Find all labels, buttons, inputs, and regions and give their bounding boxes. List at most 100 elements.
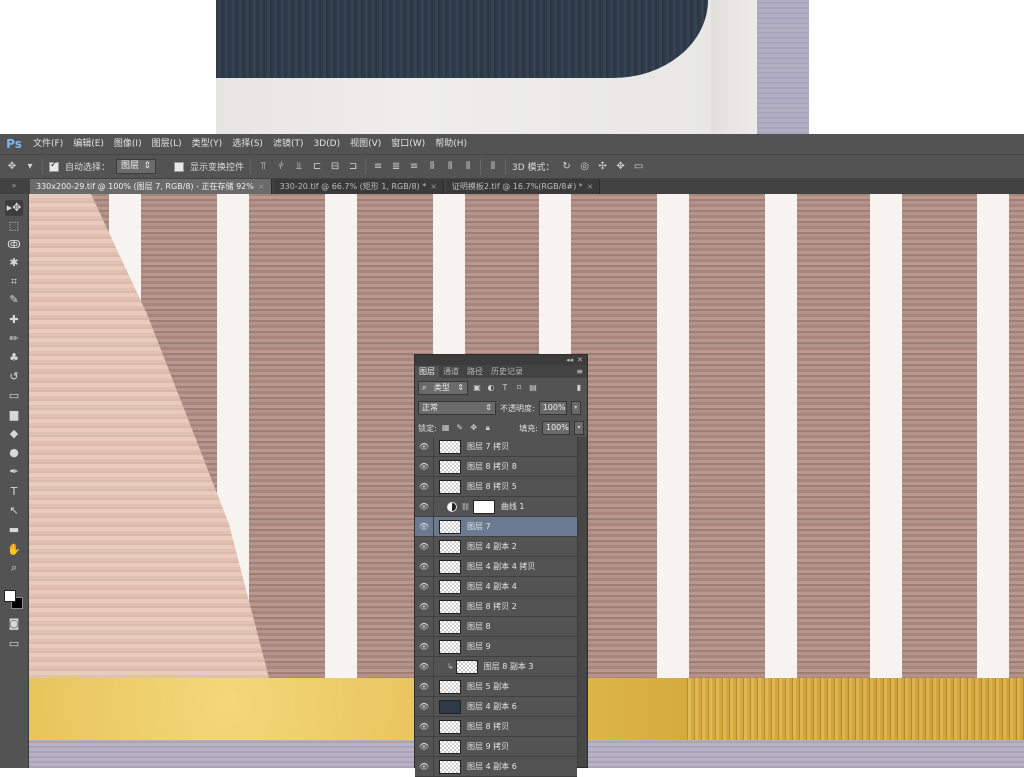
layer-row[interactable]: 👁︎ 图层 8 拷贝 8 (415, 456, 577, 477)
hand-icon[interactable]: ✋ (5, 542, 23, 558)
eye-icon[interactable]: 👁︎ (415, 502, 433, 511)
tab-layers[interactable]: 图层 (415, 366, 439, 378)
eye-icon[interactable]: 👁︎ (415, 642, 433, 651)
align-top-icon[interactable]: ⫪ (257, 161, 269, 173)
fill-slider-icon[interactable]: ▾ (574, 421, 584, 435)
close-icon[interactable]: × (258, 182, 265, 191)
layer-mask-thumbnail[interactable] (472, 499, 495, 514)
layer-thumbnail[interactable] (439, 459, 461, 474)
layer-row[interactable]: 👁︎ 图层 7 (415, 516, 577, 537)
distribute-bottom-icon[interactable]: ≡ (408, 161, 420, 173)
layer-thumbnail[interactable] (439, 579, 461, 594)
lock-transparent-icon[interactable]: ▦ (441, 423, 451, 433)
link-icon[interactable]: ⛓ (461, 503, 470, 511)
eye-icon[interactable]: 👁︎ (415, 582, 433, 591)
fill-field[interactable]: 100% (542, 421, 570, 435)
eraser-icon[interactable]: ▭ (5, 388, 23, 404)
menu-filter[interactable]: 滤镜(T) (268, 134, 309, 154)
eye-icon[interactable]: 👁︎ (415, 522, 433, 531)
doc-tab-2[interactable]: 330-20.tif @ 66.7% (矩形 1, RGB/8) * × (273, 179, 444, 194)
zoom-icon[interactable]: ⌕ (5, 560, 23, 576)
eye-icon[interactable]: 👁︎ (415, 542, 433, 551)
menu-image[interactable]: 图像(I) (109, 134, 147, 154)
close-icon[interactable]: × (430, 182, 437, 191)
tool-preset-dropdown-icon[interactable]: ▾ (24, 161, 36, 173)
layer-row[interactable]: 👁︎ 图层 9 (415, 636, 577, 657)
layer-thumbnail[interactable] (439, 539, 461, 554)
eye-icon[interactable]: 👁︎ (415, 702, 433, 711)
move-icon[interactable]: ▸✥ (5, 200, 23, 216)
layer-thumbnail[interactable] (439, 759, 461, 774)
layer-row[interactable]: 👁︎ 图层 5 副本 (415, 676, 577, 697)
panel-menu-icon[interactable]: ≡ (576, 366, 587, 378)
quick-select-icon[interactable]: ✱ (5, 255, 23, 271)
distribute-right-icon[interactable]: ⦀ (462, 161, 474, 173)
eyedropper-icon[interactable]: ✎ (5, 292, 23, 308)
doc-tab-3[interactable]: 证明模板2.tif @ 16.7%(RGB/8#) * × (445, 179, 601, 194)
eye-icon[interactable]: 👁︎ (415, 562, 433, 571)
lock-all-icon[interactable]: 🔒︎ (483, 423, 493, 433)
history-brush-icon[interactable]: ↺ (5, 369, 23, 385)
path-select-icon[interactable]: ↖ (5, 503, 23, 519)
eye-icon[interactable]: 👁︎ (415, 662, 433, 671)
filter-adjustment-icon[interactable]: ◐ (486, 383, 496, 393)
tabs-collapse-icon[interactable]: » (0, 178, 28, 194)
filter-type-icon[interactable]: T (500, 383, 510, 393)
opacity-field[interactable]: 100% (538, 401, 567, 415)
close-icon[interactable]: ✕ (577, 356, 583, 364)
blend-mode-dropdown[interactable]: 正常 ⇕ (418, 401, 496, 415)
layer-row[interactable]: 👁︎ 图层 4 副本 4 (415, 576, 577, 597)
layer-thumbnail[interactable] (439, 599, 461, 614)
layer-thumbnail[interactable] (439, 739, 461, 754)
layer-row[interactable]: 👁︎ 图层 7 拷贝 (415, 436, 577, 457)
lock-image-icon[interactable]: ✎ (455, 423, 465, 433)
3d-scale-icon[interactable]: ▭ (633, 161, 645, 173)
menu-type[interactable]: 类型(Y) (187, 134, 228, 154)
brush-icon[interactable]: ✏ (5, 331, 23, 347)
layer-row[interactable]: 👁︎ 图层 8 拷贝 5 (415, 476, 577, 497)
menu-layer[interactable]: 图层(L) (147, 134, 187, 154)
layer-row[interactable]: 👁︎ ⛓ 曲线 1 (415, 496, 577, 517)
distribute-left-icon[interactable]: ⦀ (426, 161, 438, 173)
quick-mask-icon[interactable]: ◙ (5, 616, 23, 632)
shape-icon[interactable]: ▬ (5, 522, 23, 538)
foreground-color[interactable] (4, 590, 16, 602)
blur-icon[interactable]: ◆ (5, 426, 23, 442)
3d-slide-icon[interactable]: ✥ (615, 161, 627, 173)
close-icon[interactable]: × (587, 182, 594, 191)
spot-heal-icon[interactable]: ✚ (5, 312, 23, 328)
screen-mode-icon[interactable]: ▭ (5, 636, 23, 652)
layer-row[interactable]: 👁︎ 图层 8 (415, 616, 577, 637)
eye-icon[interactable]: 👁︎ (415, 622, 433, 631)
layer-thumbnail[interactable] (439, 619, 461, 634)
distribute-top-icon[interactable]: ≡ (372, 161, 384, 173)
eye-icon[interactable]: 👁︎ (415, 762, 433, 771)
stamp-icon[interactable]: ♣ (5, 350, 23, 366)
lock-position-icon[interactable]: ✥ (469, 423, 479, 433)
menu-view[interactable]: 视图(V) (345, 134, 386, 154)
menu-edit[interactable]: 编辑(E) (68, 134, 109, 154)
tab-paths[interactable]: 路径 (463, 366, 487, 378)
menu-select[interactable]: 选择(S) (227, 134, 268, 154)
align-left-icon[interactable]: ⊏ (311, 161, 323, 173)
move-tool-icon[interactable]: ✥ (6, 161, 18, 173)
layer-row[interactable]: 👁︎ 图层 4 副本 6 (415, 756, 577, 777)
layer-thumbnail[interactable] (439, 519, 461, 534)
3d-rotate-icon[interactable]: ↻ (561, 161, 573, 173)
crop-icon[interactable]: ⌗ (5, 274, 23, 290)
opacity-slider-icon[interactable]: ▾ (570, 401, 581, 415)
auto-align-icon[interactable]: ⫴ (487, 161, 499, 173)
layer-row[interactable]: 👁︎ ↳ 图层 8 副本 3 (415, 656, 577, 677)
lasso-icon[interactable]: ↂ (5, 237, 23, 253)
marquee-icon[interactable]: ⬚ (5, 218, 23, 234)
type-icon[interactable]: T (5, 484, 23, 500)
auto-select-checkbox[interactable] (49, 160, 59, 172)
eye-icon[interactable]: 👁︎ (415, 722, 433, 731)
doc-tab-1[interactable]: 330x200-29.tif @ 100% (图层 7, RGB/8) - 正在… (30, 179, 272, 194)
layer-thumbnail[interactable] (439, 639, 461, 654)
filter-smart-object-icon[interactable]: ▤ (528, 383, 538, 393)
eye-icon[interactable]: 👁︎ (415, 482, 433, 491)
align-vcenter-icon[interactable]: ⫩ (275, 161, 287, 173)
eye-icon[interactable]: 👁︎ (415, 462, 433, 471)
menu-file[interactable]: 文件(F) (28, 134, 68, 154)
